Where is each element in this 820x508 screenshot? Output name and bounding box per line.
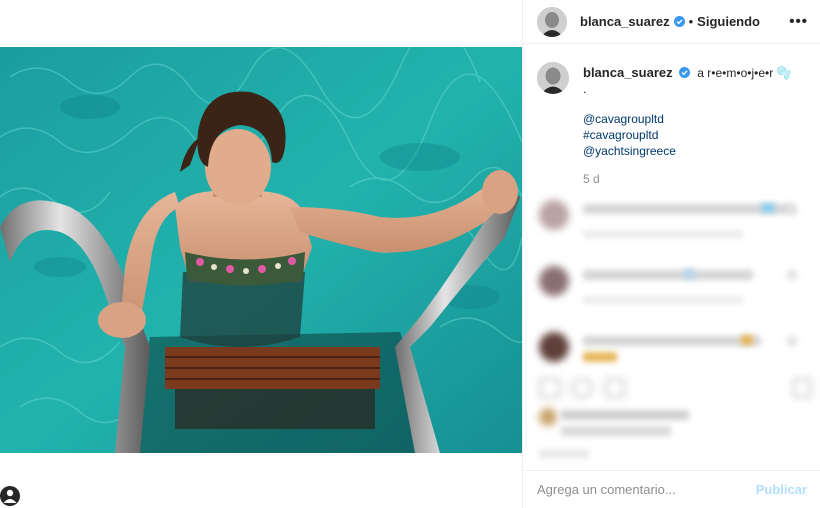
caption-tag[interactable]: @yachtsingreece: [583, 143, 806, 159]
liked-by-text: [561, 410, 689, 420]
comment-icon[interactable]: [571, 378, 593, 398]
caption-text: a r•e•m•o•j•e•r 🫧: [697, 66, 792, 80]
caption-dot: .: [583, 82, 587, 96]
profile-icon[interactable]: [0, 486, 20, 506]
author-avatar[interactable]: [537, 6, 567, 37]
author-username[interactable]: blanca_suarez: [580, 14, 670, 29]
comments-list: [523, 196, 820, 394]
post-media-area: [0, 0, 522, 508]
comment-form: Publicar: [523, 470, 820, 508]
post-photo[interactable]: [0, 47, 522, 453]
blurred-comment: [523, 262, 820, 328]
post-actions: [523, 370, 820, 470]
like-icon[interactable]: [539, 378, 561, 398]
verified-badge-icon: [678, 66, 690, 78]
caption-body: blanca_suarez a r•e•m•o•j•e•r 🫧 . @cavag…: [583, 62, 806, 187]
post-date: [539, 450, 589, 458]
post-caption: blanca_suarez a r•e•m•o•j•e•r 🫧 . @cavag…: [523, 44, 820, 187]
caption-time: 5 d: [583, 172, 600, 186]
caption-tag[interactable]: #cavagroupltd: [583, 127, 806, 143]
comment-input[interactable]: [537, 482, 756, 497]
caption-avatar[interactable]: [537, 62, 569, 94]
share-icon[interactable]: [605, 378, 625, 398]
publish-button[interactable]: Publicar: [756, 482, 807, 497]
following-button[interactable]: Siguiendo: [697, 14, 760, 29]
save-icon[interactable]: [793, 378, 811, 398]
caption-tag[interactable]: @cavagroupltd: [583, 111, 806, 127]
blurred-comment: [523, 196, 820, 262]
post-header: blanca_suarez • Siguiendo •••: [523, 0, 820, 44]
caption-username[interactable]: blanca_suarez: [583, 65, 673, 80]
more-options-icon[interactable]: •••: [789, 13, 808, 30]
liked-by-text-2: [561, 426, 671, 436]
verified-badge-icon: [673, 16, 685, 27]
liked-by-avatar: [539, 408, 557, 426]
post-side-panel: blanca_suarez • Siguiendo ••• blanca_sua…: [522, 0, 820, 508]
header-separator: •: [688, 14, 694, 29]
